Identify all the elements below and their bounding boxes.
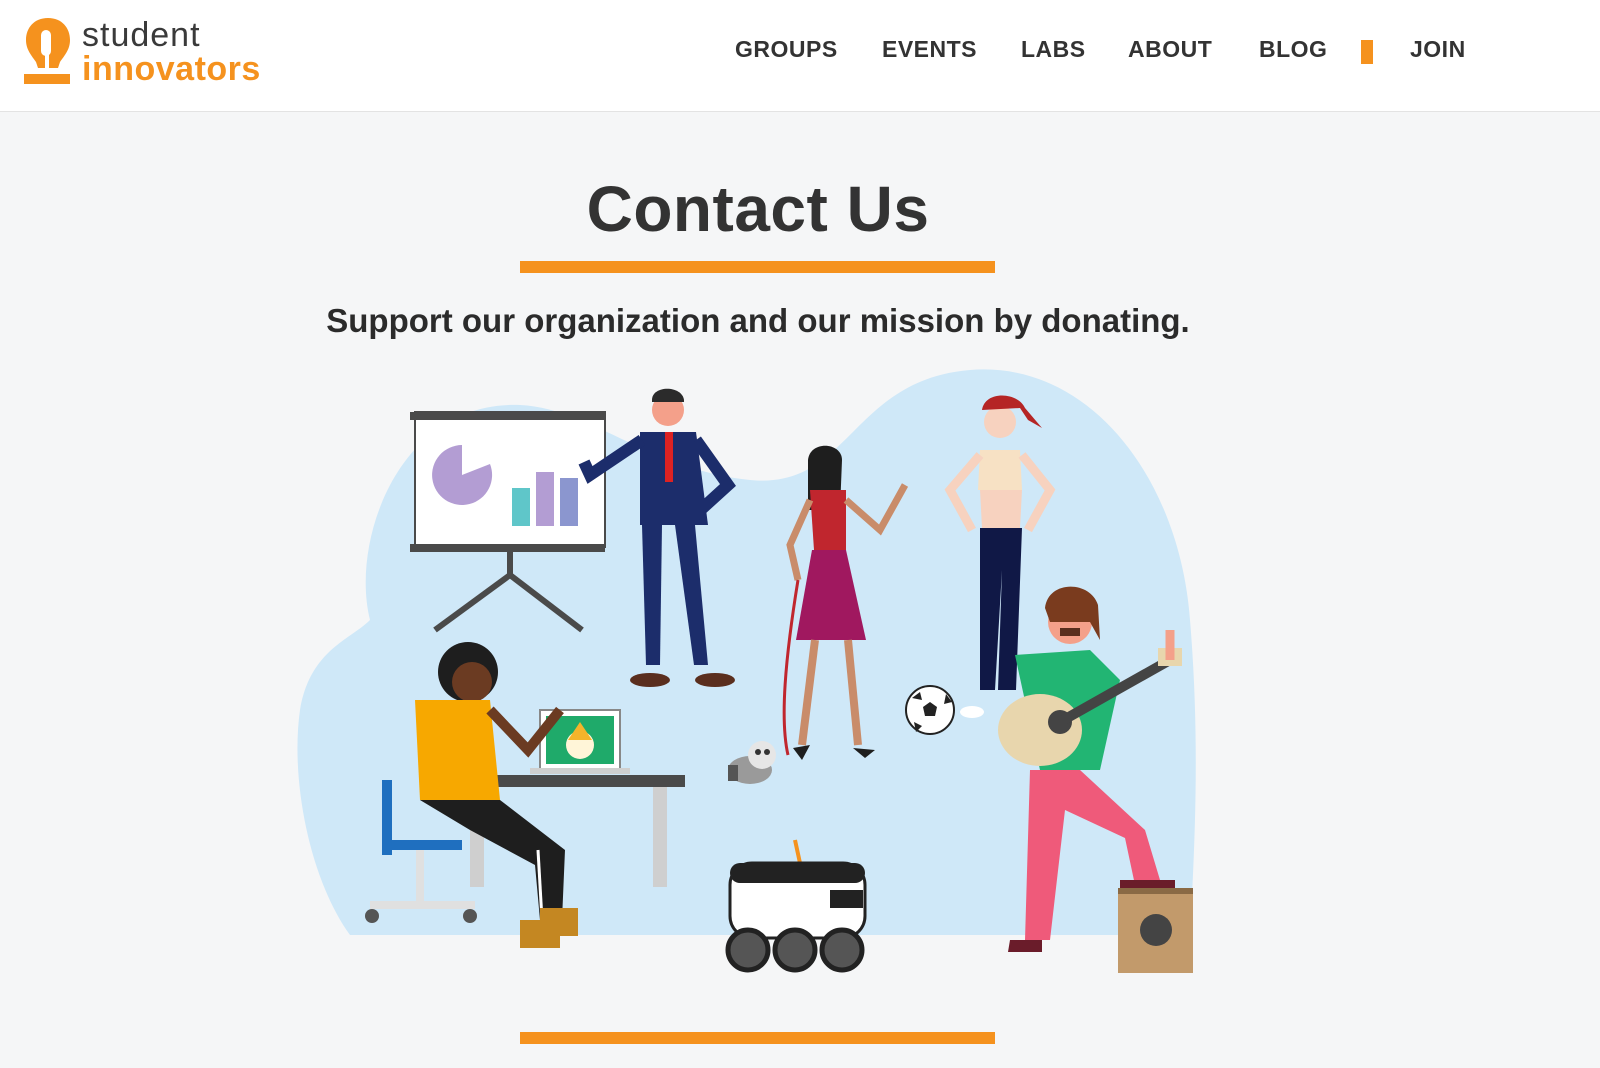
nav-item-join[interactable]: JOIN [1410, 36, 1466, 63]
main-nav: GROUPS EVENTS LABS ABOUT BLOG JOIN [0, 36, 1600, 68]
nav-item-about[interactable]: ABOUT [1128, 36, 1212, 63]
nav-divider [1361, 40, 1373, 64]
section-bottom-rule [520, 1032, 995, 1044]
team-illustration [297, 369, 1196, 973]
nav-item-events[interactable]: EVENTS [882, 36, 977, 63]
laptop-icon [530, 709, 630, 774]
nav-item-groups[interactable]: GROUPS [735, 36, 838, 63]
nav-item-blog[interactable]: BLOG [1259, 36, 1327, 63]
nav-item-labs[interactable]: LABS [1021, 36, 1086, 63]
title-underline [520, 261, 995, 273]
speaker-box-icon [1118, 888, 1193, 973]
site-header: student innovators GROUPS EVENTS LABS AB… [0, 0, 1600, 112]
soccer-ball-icon [905, 685, 955, 735]
page-subtitle: Support our organization and our mission… [326, 302, 1190, 339]
page-title: Contact Us [586, 173, 930, 245]
